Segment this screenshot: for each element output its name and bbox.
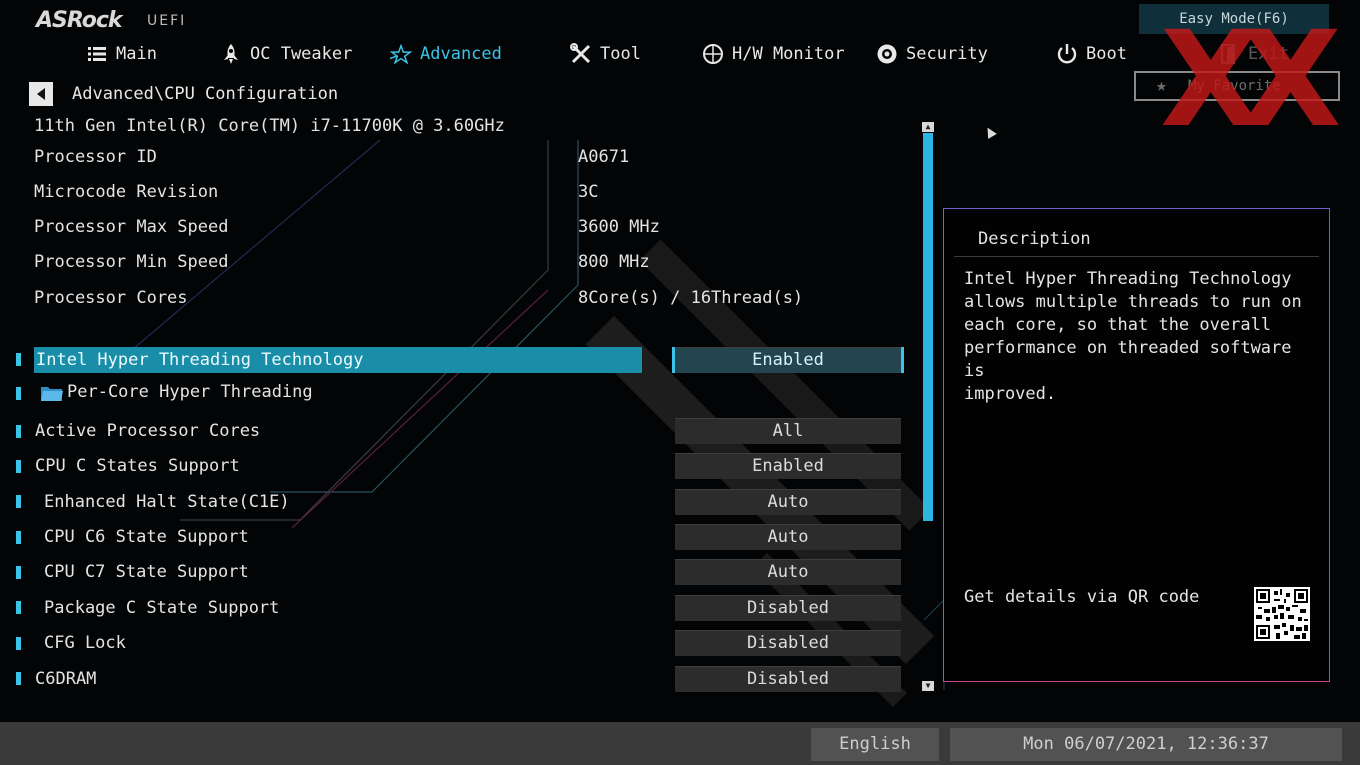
asrock-logo: ASRock: [36, 8, 123, 33]
info-label: Processor ID: [34, 147, 157, 167]
info-label: Processor Min Speed: [34, 252, 229, 272]
option-package-c-state[interactable]: Package C State Support: [44, 595, 279, 621]
info-label: Processor Cores: [34, 288, 188, 308]
power-icon: [1056, 43, 1078, 65]
tab-label: Advanced: [420, 44, 502, 64]
option-hyper-threading-value[interactable]: Enabled: [672, 347, 904, 373]
qr-code-label: Get details via QR code: [964, 587, 1200, 607]
tab-main[interactable]: Main: [86, 40, 157, 68]
back-button[interactable]: [29, 82, 53, 106]
option-cpu-c6-state-value[interactable]: Auto: [675, 524, 901, 550]
tab-label: Security: [906, 44, 988, 64]
scrollbar-thumb[interactable]: [923, 133, 933, 521]
language-selector[interactable]: English: [811, 728, 939, 761]
option-marker: [16, 601, 21, 614]
description-title: Description: [978, 229, 1091, 249]
option-enhanced-halt-state-value[interactable]: Auto: [675, 489, 901, 515]
option-cpu-c7-state-value[interactable]: Auto: [675, 559, 901, 585]
qr-code: [1254, 587, 1310, 641]
folder-icon: [40, 384, 64, 402]
description-text: Intel Hyper Threading Technology allows …: [964, 269, 1302, 404]
option-enhanced-halt-state[interactable]: Enhanced Halt State(C1E): [44, 489, 290, 515]
option-marker: [16, 353, 21, 366]
option-marker: [16, 460, 21, 473]
rocket-icon: [220, 43, 242, 65]
description-divider: [954, 256, 1319, 257]
tab-label: Tool: [600, 44, 641, 64]
list-icon: [86, 43, 108, 65]
option-marker: [16, 672, 21, 685]
option-cfg-lock-value[interactable]: Disabled: [675, 630, 901, 656]
option-marker: [16, 387, 21, 400]
option-hyper-threading[interactable]: Intel Hyper Threading Technology: [34, 347, 642, 373]
info-value: 800 MHz: [578, 252, 650, 272]
tab-label: Main: [116, 44, 157, 64]
option-active-processor-cores[interactable]: Active Processor Cores: [35, 418, 260, 444]
tools-icon: [570, 43, 592, 65]
uefi-label: UEFI: [147, 13, 187, 29]
tab-label: Boot: [1086, 44, 1127, 64]
info-value: 3600 MHz: [578, 217, 660, 237]
option-package-c-state-value[interactable]: Disabled: [675, 595, 901, 621]
option-marker: [16, 531, 21, 544]
info-value: 3C: [578, 182, 599, 202]
shield-icon: [876, 43, 898, 65]
option-marker: [16, 495, 21, 508]
breadcrumb: Advanced\CPU Configuration: [72, 84, 339, 104]
option-c6dram-value[interactable]: Disabled: [675, 666, 901, 692]
monitor-icon: [702, 43, 724, 65]
tab-tool[interactable]: Tool: [570, 40, 641, 68]
mouse-cursor: [983, 125, 997, 139]
tab-oc-tweaker[interactable]: OC Tweaker: [220, 40, 352, 68]
option-cpu-c6-state[interactable]: CPU C6 State Support: [44, 524, 249, 550]
tab-label: H/W Monitor: [732, 44, 845, 64]
tab-advanced[interactable]: Advanced: [390, 40, 502, 68]
option-c6dram[interactable]: C6DRAM: [35, 666, 96, 692]
option-cpu-c-states-value[interactable]: Enabled: [675, 453, 901, 479]
info-value: 8Core(s) / 16Thread(s): [578, 288, 804, 308]
option-per-core-hyper-threading[interactable]: Per-Core Hyper Threading: [67, 379, 313, 405]
back-arrow-icon: [37, 88, 45, 100]
option-cpu-c-states[interactable]: CPU C States Support: [35, 453, 240, 479]
info-label: Microcode Revision: [34, 182, 219, 202]
tab-label: OC Tweaker: [250, 44, 353, 64]
tab-security[interactable]: Security: [876, 40, 988, 68]
info-label: Processor Max Speed: [34, 217, 229, 237]
option-cpu-c7-state[interactable]: CPU C7 State Support: [44, 559, 249, 585]
scroll-up-icon[interactable]: ▲: [922, 122, 934, 132]
scroll-down-icon[interactable]: ▼: [922, 681, 934, 691]
tab-boot[interactable]: Boot: [1056, 40, 1127, 68]
option-marker: [16, 425, 21, 438]
option-cfg-lock[interactable]: CFG Lock: [44, 630, 126, 656]
star-icon: [390, 43, 412, 65]
watermark-logo: XX: [1160, 3, 1341, 157]
date-time: Mon 06/07/2021, 12:36:37: [950, 728, 1342, 761]
tab-hw-monitor[interactable]: H/W Monitor: [702, 40, 845, 68]
option-active-processor-cores-value[interactable]: All: [675, 418, 901, 444]
option-marker: [16, 637, 21, 650]
option-marker: [16, 566, 21, 579]
cpu-name: 11th Gen Intel(R) Core(TM) i7-11700K @ 3…: [34, 116, 505, 136]
info-value: A0671: [578, 147, 630, 167]
